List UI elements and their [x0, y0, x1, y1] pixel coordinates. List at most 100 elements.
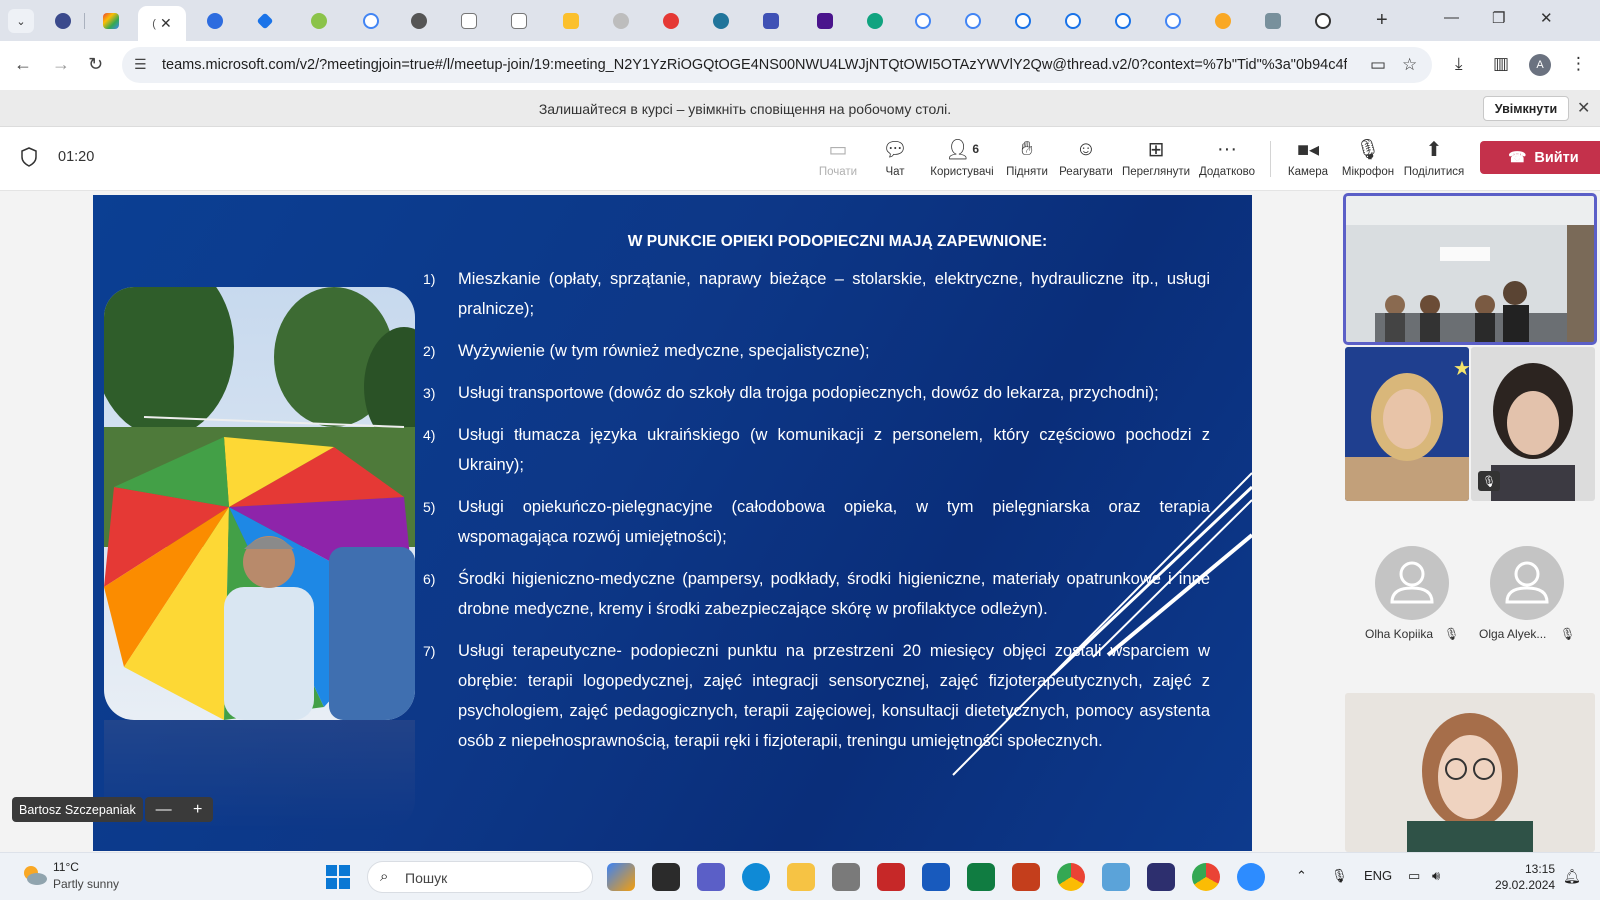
browser-tab-wikipedia[interactable]: [450, 7, 488, 35]
camera-permission-icon[interactable]: ▭: [1370, 55, 1386, 75]
mic-button[interactable]: 🎙︎ Мікрофон: [1333, 135, 1403, 179]
react-button[interactable]: ☺ Реагувати: [1051, 135, 1121, 179]
word-icon[interactable]: [922, 863, 950, 891]
google-icon: [1165, 13, 1181, 29]
browser-tab[interactable]: [300, 7, 338, 35]
browser-tab-active[interactable]: ( ✕: [138, 6, 186, 41]
bookmark-star-icon[interactable]: ☆: [1402, 55, 1417, 75]
copilot-icon[interactable]: [607, 863, 635, 891]
side-panel-icon[interactable]: ▥: [1493, 54, 1509, 74]
shared-slide: W PUNKCIE OPIEKI PODOPIECZNI MAJĄ ZAPEWN…: [93, 195, 1252, 851]
zoom-icon: [207, 13, 223, 29]
browser-tab[interactable]: [1004, 7, 1042, 35]
zoom-out-button[interactable]: —: [156, 801, 172, 819]
participant-video-room[interactable]: [1343, 193, 1597, 345]
browser-tab[interactable]: [196, 7, 234, 35]
browser-tab-google[interactable]: [954, 7, 992, 35]
photos-icon[interactable]: [1102, 863, 1130, 891]
close-window-icon[interactable]: ✕: [1540, 9, 1553, 27]
leave-button[interactable]: ☎ Вийти: [1480, 141, 1600, 174]
reload-icon[interactable]: ↻: [88, 54, 103, 75]
browser-tab[interactable]: [1304, 7, 1342, 35]
url-text[interactable]: teams.microsoft.com/v2/?meetingjoin=true…: [162, 57, 1347, 73]
browser-tab[interactable]: [602, 7, 640, 35]
zoom-icon[interactable]: [1237, 863, 1265, 891]
download-icon[interactable]: ⤓: [1455, 54, 1463, 74]
browser-tab-google[interactable]: [1154, 7, 1192, 35]
browser-tab[interactable]: [1104, 7, 1142, 35]
back-icon[interactable]: ←: [14, 54, 32, 75]
participant-video[interactable]: ★: [1345, 347, 1469, 501]
zoom-in-button[interactable]: +: [193, 801, 202, 819]
browser-tab[interactable]: [856, 7, 894, 35]
browser-tab[interactable]: [652, 7, 690, 35]
wikipedia-icon: [461, 13, 477, 29]
participant-avatar[interactable]: [1490, 546, 1564, 620]
minimize-icon[interactable]: —: [1444, 9, 1459, 26]
participant-video[interactable]: 🎙︎: [1471, 347, 1595, 501]
browser-menu-icon[interactable]: ⋮: [1570, 54, 1587, 74]
participant-name: Olha Kopiika: [1365, 627, 1434, 641]
browser-tab[interactable]: [246, 7, 284, 35]
browser-tab[interactable]: [48, 7, 78, 35]
browser-tab[interactable]: [1254, 7, 1292, 35]
edge-icon[interactable]: [742, 863, 770, 891]
google-icon: [363, 13, 379, 29]
google-icon: [915, 13, 931, 29]
share-button[interactable]: ⬆ Поділитися: [1399, 135, 1469, 179]
chrome-icon[interactable]: [1192, 863, 1220, 891]
browser-tab-gmail[interactable]: [92, 7, 130, 35]
network-icon[interactable]: ▭: [1408, 868, 1420, 884]
browser-tab[interactable]: [1054, 7, 1092, 35]
microphone-icon[interactable]: 🎙︎: [1331, 868, 1348, 884]
browser-tab[interactable]: [552, 7, 590, 35]
notification-bell-icon[interactable]: 🔔︎: [1563, 868, 1581, 885]
excel-icon[interactable]: [967, 863, 995, 891]
more-button[interactable]: ··· Додатково: [1192, 135, 1262, 179]
browser-tab[interactable]: [1204, 7, 1242, 35]
teams-icon[interactable]: [1147, 863, 1175, 891]
chat-button[interactable]: 💬︎ Чат: [860, 135, 930, 179]
new-tab-button[interactable]: +: [1376, 9, 1388, 32]
taskbar-search[interactable]: ⌕ Пошук: [367, 861, 593, 893]
browser-tab[interactable]: [806, 7, 844, 35]
enable-notifications-button[interactable]: Увімкнути: [1483, 96, 1569, 121]
tab-search-button[interactable]: ⌄: [8, 9, 34, 33]
site-info-icon[interactable]: ☰: [134, 56, 147, 73]
app-icon[interactable]: [832, 863, 860, 891]
browser-tab-google[interactable]: [352, 7, 390, 35]
view-button[interactable]: ⊞ Переглянути: [1121, 135, 1191, 179]
leave-label: Вийти: [1534, 149, 1579, 166]
task-view-icon[interactable]: [652, 863, 680, 891]
chrome-icon[interactable]: [1057, 863, 1085, 891]
browser-tab-google[interactable]: [904, 7, 942, 35]
restore-icon[interactable]: ❐: [1492, 9, 1505, 27]
self-video[interactable]: [1345, 693, 1595, 852]
partly-sunny-icon: [24, 866, 47, 885]
chevron-up-icon[interactable]: ⌃: [1296, 868, 1307, 884]
browser-tab-wikipedia[interactable]: [500, 7, 538, 35]
browser-tab[interactable]: [400, 7, 438, 35]
browser-tab[interactable]: [752, 7, 790, 35]
windows-start-icon[interactable]: [326, 865, 350, 889]
teams-chat-icon[interactable]: [697, 863, 725, 891]
share-icon: ⬆: [1425, 138, 1443, 161]
input-language[interactable]: ENG: [1364, 868, 1392, 883]
address-bar[interactable]: ☰ teams.microsoft.com/v2/?meetingjoin=tr…: [122, 47, 1432, 83]
profile-avatar[interactable]: A: [1529, 54, 1551, 76]
forward-icon[interactable]: →: [52, 54, 70, 75]
volume-icon[interactable]: 🔊︎: [1432, 868, 1440, 884]
tab-favicon-icon: [55, 13, 71, 29]
close-icon[interactable]: ✕: [1577, 98, 1590, 118]
meeting-toolbar: 01:20 ▭ Почати 💬︎ Чат 👤︎ 6 Користувачі ✋︎…: [0, 127, 1600, 191]
tab-favicon-icon: [817, 13, 833, 29]
system-clock[interactable]: 13:15 29.02.2024: [1495, 861, 1555, 893]
powerpoint-icon[interactable]: [1012, 863, 1040, 891]
close-tab-icon[interactable]: ✕: [160, 15, 172, 32]
browser-tab-wordpress[interactable]: [702, 7, 740, 35]
participant-avatar[interactable]: [1375, 546, 1449, 620]
pdf-icon[interactable]: [877, 863, 905, 891]
notification-text: Залишайтеся в курсі – увімкніть сповіщен…: [538, 101, 952, 117]
people-button[interactable]: 👤︎ 6 Користувачі: [926, 135, 998, 179]
file-explorer-icon[interactable]: [787, 863, 815, 891]
